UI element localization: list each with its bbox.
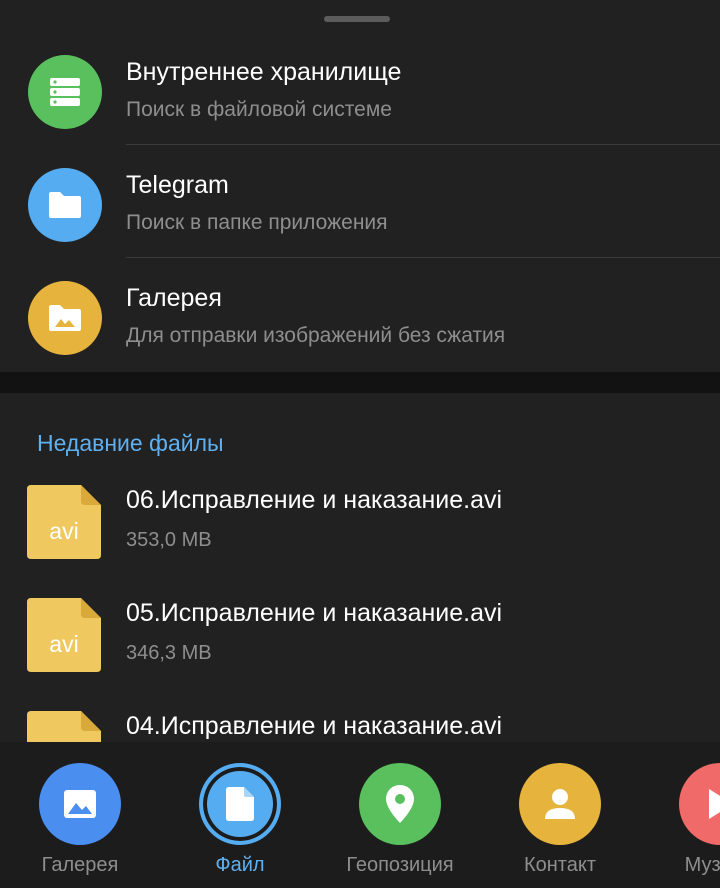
location-pin-icon	[359, 763, 441, 845]
section-separator	[0, 372, 720, 393]
file-extension: avi	[49, 518, 79, 544]
storage-icon	[28, 55, 102, 129]
source-item-gallery[interactable]: Галерея Для отправки изображений без сжа…	[0, 258, 720, 371]
folder-icon	[28, 168, 102, 242]
source-item-internal-storage[interactable]: Внутреннее хранилище Поиск в файловой си…	[0, 32, 720, 145]
file-name: 04.Исправление и наказание.avi	[126, 712, 503, 740]
file-name: 06.Исправление и наказание.avi	[126, 486, 503, 514]
file-icon	[199, 763, 281, 845]
recent-files-header: Недавние файлы	[37, 430, 224, 456]
source-subtitle: Для отправки изображений без сжатия	[126, 324, 506, 347]
file-extension: avi	[49, 631, 79, 657]
tab-file[interactable]: Файл	[160, 742, 320, 888]
file-name: 05.Исправление и наказание.avi	[126, 599, 503, 627]
file-size: 353,0 MB	[126, 529, 212, 551]
tab-music[interactable]: Музыка	[640, 742, 720, 888]
music-icon	[679, 763, 720, 845]
tab-contact[interactable]: Контакт	[480, 742, 640, 888]
tab-gallery[interactable]: Галерея	[0, 742, 160, 888]
tab-label: Контакт	[523, 854, 596, 876]
drag-handle[interactable]	[324, 16, 390, 22]
source-item-telegram[interactable]: Telegram Поиск в папке приложения	[0, 145, 720, 258]
file-size: 346,3 MB	[126, 642, 212, 664]
gallery-icon	[39, 763, 121, 845]
contact-icon	[519, 763, 601, 845]
attach-type-bar: Галерея Файл Геопозиция Контакт Муз	[0, 742, 720, 888]
avi-file-icon: avi	[27, 598, 101, 672]
source-list: Внутреннее хранилище Поиск в файловой си…	[0, 32, 720, 371]
file-item[interactable]: avi 04.Исправление и наказание.avi	[0, 696, 720, 742]
avi-file-icon: avi	[27, 485, 101, 559]
file-item[interactable]: avi 05.Исправление и наказание.avi 346,3…	[0, 583, 720, 696]
source-title: Внутреннее хранилище	[126, 58, 402, 86]
avi-file-icon: avi	[27, 711, 101, 742]
source-subtitle: Поиск в папке приложения	[126, 211, 388, 234]
tab-label: Геопозиция	[346, 854, 454, 876]
tab-location[interactable]: Геопозиция	[320, 742, 480, 888]
tab-label: Галерея	[41, 854, 119, 876]
file-item[interactable]: avi 06.Исправление и наказание.avi 353,0…	[0, 470, 720, 583]
source-subtitle: Поиск в файловой системе	[126, 98, 392, 121]
source-title: Telegram	[126, 171, 229, 199]
tab-label: Файл	[215, 854, 265, 876]
source-title: Галерея	[126, 284, 222, 312]
tab-label: Музыка	[684, 854, 720, 876]
image-folder-icon	[28, 281, 102, 355]
recent-file-list: avi 06.Исправление и наказание.avi 353,0…	[0, 470, 720, 742]
